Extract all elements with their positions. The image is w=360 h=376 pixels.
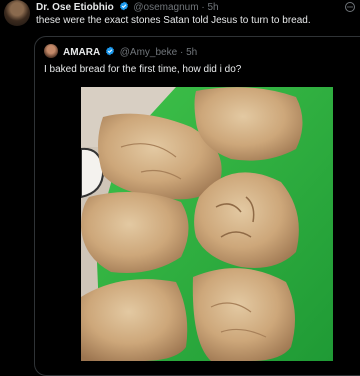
bread-photo[interactable] bbox=[81, 87, 333, 361]
author-handle[interactable]: @osemagnum bbox=[133, 2, 198, 13]
more-options-icon[interactable] bbox=[344, 1, 356, 13]
bread-photo-illustration bbox=[81, 87, 333, 361]
quoted-header-separator: · bbox=[179, 47, 184, 58]
author-name[interactable]: Dr. Ose Etiobhio bbox=[36, 2, 114, 13]
bread-loaf bbox=[192, 268, 295, 361]
verified-badge-icon bbox=[119, 1, 128, 11]
header-separator: · bbox=[201, 2, 205, 13]
quoted-tweet[interactable]: AMARA @Amy_beke · 5h I baked bread for t… bbox=[34, 36, 360, 376]
bread-loaf bbox=[81, 279, 188, 361]
quoted-tweet-text: I baked bread for the first time, how di… bbox=[44, 64, 242, 75]
quoted-author-name[interactable]: AMARA bbox=[63, 47, 100, 58]
tweet-text: these were the exact stones Satan told J… bbox=[36, 15, 311, 26]
quoted-author-handle[interactable]: @Amy_beke bbox=[120, 47, 177, 58]
verified-badge-icon bbox=[106, 46, 114, 56]
quoted-tweet-header: AMARA @Amy_beke · 5h bbox=[63, 46, 197, 58]
tweet-time[interactable]: 5h bbox=[207, 2, 218, 13]
quoted-tweet-time[interactable]: 5h bbox=[186, 47, 197, 58]
bread-loaf bbox=[194, 172, 299, 268]
quoted-author-avatar[interactable] bbox=[44, 44, 58, 58]
bread-loaf bbox=[81, 192, 189, 273]
tweet[interactable]: Dr. Ose Etiobhio @osemagnum · 5h these w… bbox=[0, 0, 360, 376]
tweet-header: Dr. Ose Etiobhio @osemagnum · 5h bbox=[36, 1, 219, 13]
author-avatar[interactable] bbox=[4, 0, 30, 26]
